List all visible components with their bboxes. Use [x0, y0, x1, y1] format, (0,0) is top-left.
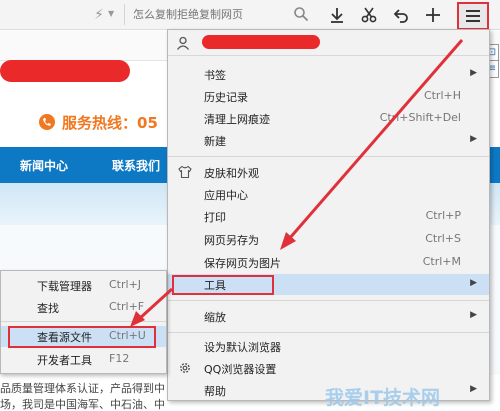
menu-item-shortcut: Ctrl+Shift+Del: [379, 111, 461, 124]
submenu-arrow-icon: ▶: [470, 310, 477, 320]
menu-item-app-center[interactable]: 应用中心: [168, 184, 489, 205]
menu-item-label: 新建: [204, 135, 226, 148]
submenu-arrow-icon: ▶: [470, 134, 477, 144]
menu-item-settings[interactable]: QQ浏览器设置: [168, 358, 489, 379]
menu-item-new[interactable]: 新建 ▶: [168, 130, 489, 151]
gear-icon: [180, 363, 190, 373]
submenu-item-shortcut: Ctrl+F: [109, 300, 145, 313]
search-box[interactable]: [124, 4, 312, 25]
browser-toolbar: ⚡ ▼: [0, 0, 500, 30]
highlight-box: [172, 275, 274, 295]
submenu-item-label: 查找: [37, 302, 59, 315]
shirt-icon: [178, 165, 192, 179]
user-icon: [176, 36, 190, 50]
main-menu-button[interactable]: [457, 2, 489, 30]
menu-item-save-image[interactable]: 保存网页为图片 Ctrl+M: [168, 252, 489, 273]
redacted-account-name: [202, 35, 320, 49]
menu-item-zoom[interactable]: 缩放 ▶: [168, 306, 489, 327]
tools-submenu: 下载管理器 Ctrl+J 查找 Ctrl+F 查看源文件 Ctrl+U 开发者工…: [0, 270, 167, 374]
menu-item-history[interactable]: 历史记录 Ctrl+H: [168, 86, 489, 107]
search-input[interactable]: [133, 5, 283, 24]
menu-item-label: 书签: [204, 69, 226, 82]
menu-account-row[interactable]: [168, 30, 489, 56]
menu-divider: [168, 332, 489, 333]
submenu-item-find[interactable]: 查找 Ctrl+F: [1, 297, 166, 318]
menu-item-shortcut: Ctrl+S: [425, 232, 461, 245]
redacted-area: [0, 60, 130, 82]
menu-item-label: 帮助: [204, 385, 226, 398]
scissors-icon: [361, 7, 377, 23]
nav-news[interactable]: 新闻中心: [20, 157, 68, 174]
undo-button[interactable]: [390, 4, 412, 26]
undo-icon: [393, 9, 408, 23]
plus-icon: [426, 8, 440, 22]
menu-item-label: 清理上网痕迹: [204, 113, 270, 126]
submenu-item-view-source[interactable]: 查看源文件 Ctrl+U: [1, 326, 166, 348]
menu-item-label: 历史记录: [204, 91, 248, 104]
search-icon[interactable]: [293, 6, 309, 22]
site-hotline: 服务热线：05: [38, 110, 158, 134]
menu-item-label: 网页另存为: [204, 234, 259, 247]
menu-item-label: 应用中心: [204, 189, 248, 202]
menu-item-label: QQ浏览器设置: [204, 363, 277, 376]
menu-item-label: 缩放: [204, 311, 226, 324]
browser-main-menu: 书签 ▶ 历史记录 Ctrl+H 清理上网痕迹 Ctrl+Shift+Del 新…: [167, 29, 490, 401]
phone-icon: [39, 114, 55, 130]
watermark: 我爱IT技术网: [325, 387, 441, 409]
menu-item-shortcut: Ctrl+M: [422, 255, 461, 268]
menu-item-label: 打印: [204, 211, 226, 224]
menu-item-skins[interactable]: 皮肤和外观: [168, 162, 489, 183]
submenu-arrow-icon: ▶: [470, 278, 477, 288]
bolt-icon[interactable]: ⚡: [91, 6, 107, 24]
submenu-arrow-icon: ▶: [470, 68, 477, 78]
menu-item-shortcut: Ctrl+H: [423, 89, 461, 102]
nav-contact[interactable]: 联系我们: [112, 157, 160, 174]
screenshot-button[interactable]: [358, 4, 380, 26]
submenu-item-download-manager[interactable]: 下载管理器 Ctrl+J: [1, 275, 166, 296]
menu-item-label: 设为默认浏览器: [204, 341, 281, 354]
menu-icon: [466, 10, 480, 22]
menu-divider: [168, 300, 489, 301]
submenu-item-shortcut: F12: [109, 352, 130, 365]
menu-item-save-as[interactable]: 网页另存为 Ctrl+S: [168, 229, 489, 250]
menu-item-label: 皮肤和外观: [204, 167, 259, 180]
highlight-box: [8, 326, 156, 348]
menu-item-print[interactable]: 打印 Ctrl+P: [168, 206, 489, 227]
submenu-item-shortcut: Ctrl+J: [109, 278, 142, 291]
menu-divider: [1, 321, 166, 322]
download-icon: [331, 8, 343, 23]
menu-item-label: 保存网页为图片: [204, 257, 281, 270]
new-tab-button[interactable]: [422, 4, 444, 26]
menu-item-bookmarks[interactable]: 书签 ▶: [168, 64, 489, 85]
menu-item-clear-traces[interactable]: 清理上网痕迹 Ctrl+Shift+Del: [168, 108, 489, 129]
menu-item-default-browser[interactable]: 设为默认浏览器: [168, 336, 489, 357]
download-button[interactable]: [326, 4, 348, 26]
menu-divider: [168, 156, 489, 157]
submenu-item-label: 开发者工具: [37, 354, 92, 367]
submenu-item-label: 下载管理器: [37, 280, 92, 293]
hotline-text: 服务热线：05: [62, 113, 158, 132]
submenu-item-dev-tools[interactable]: 开发者工具 F12: [1, 349, 166, 370]
menu-item-tools[interactable]: 工具 ▶: [168, 274, 489, 295]
chevron-down-icon[interactable]: ▼: [108, 9, 118, 19]
menu-item-shortcut: Ctrl+P: [425, 209, 461, 222]
submenu-arrow-icon: ▶: [470, 384, 477, 394]
